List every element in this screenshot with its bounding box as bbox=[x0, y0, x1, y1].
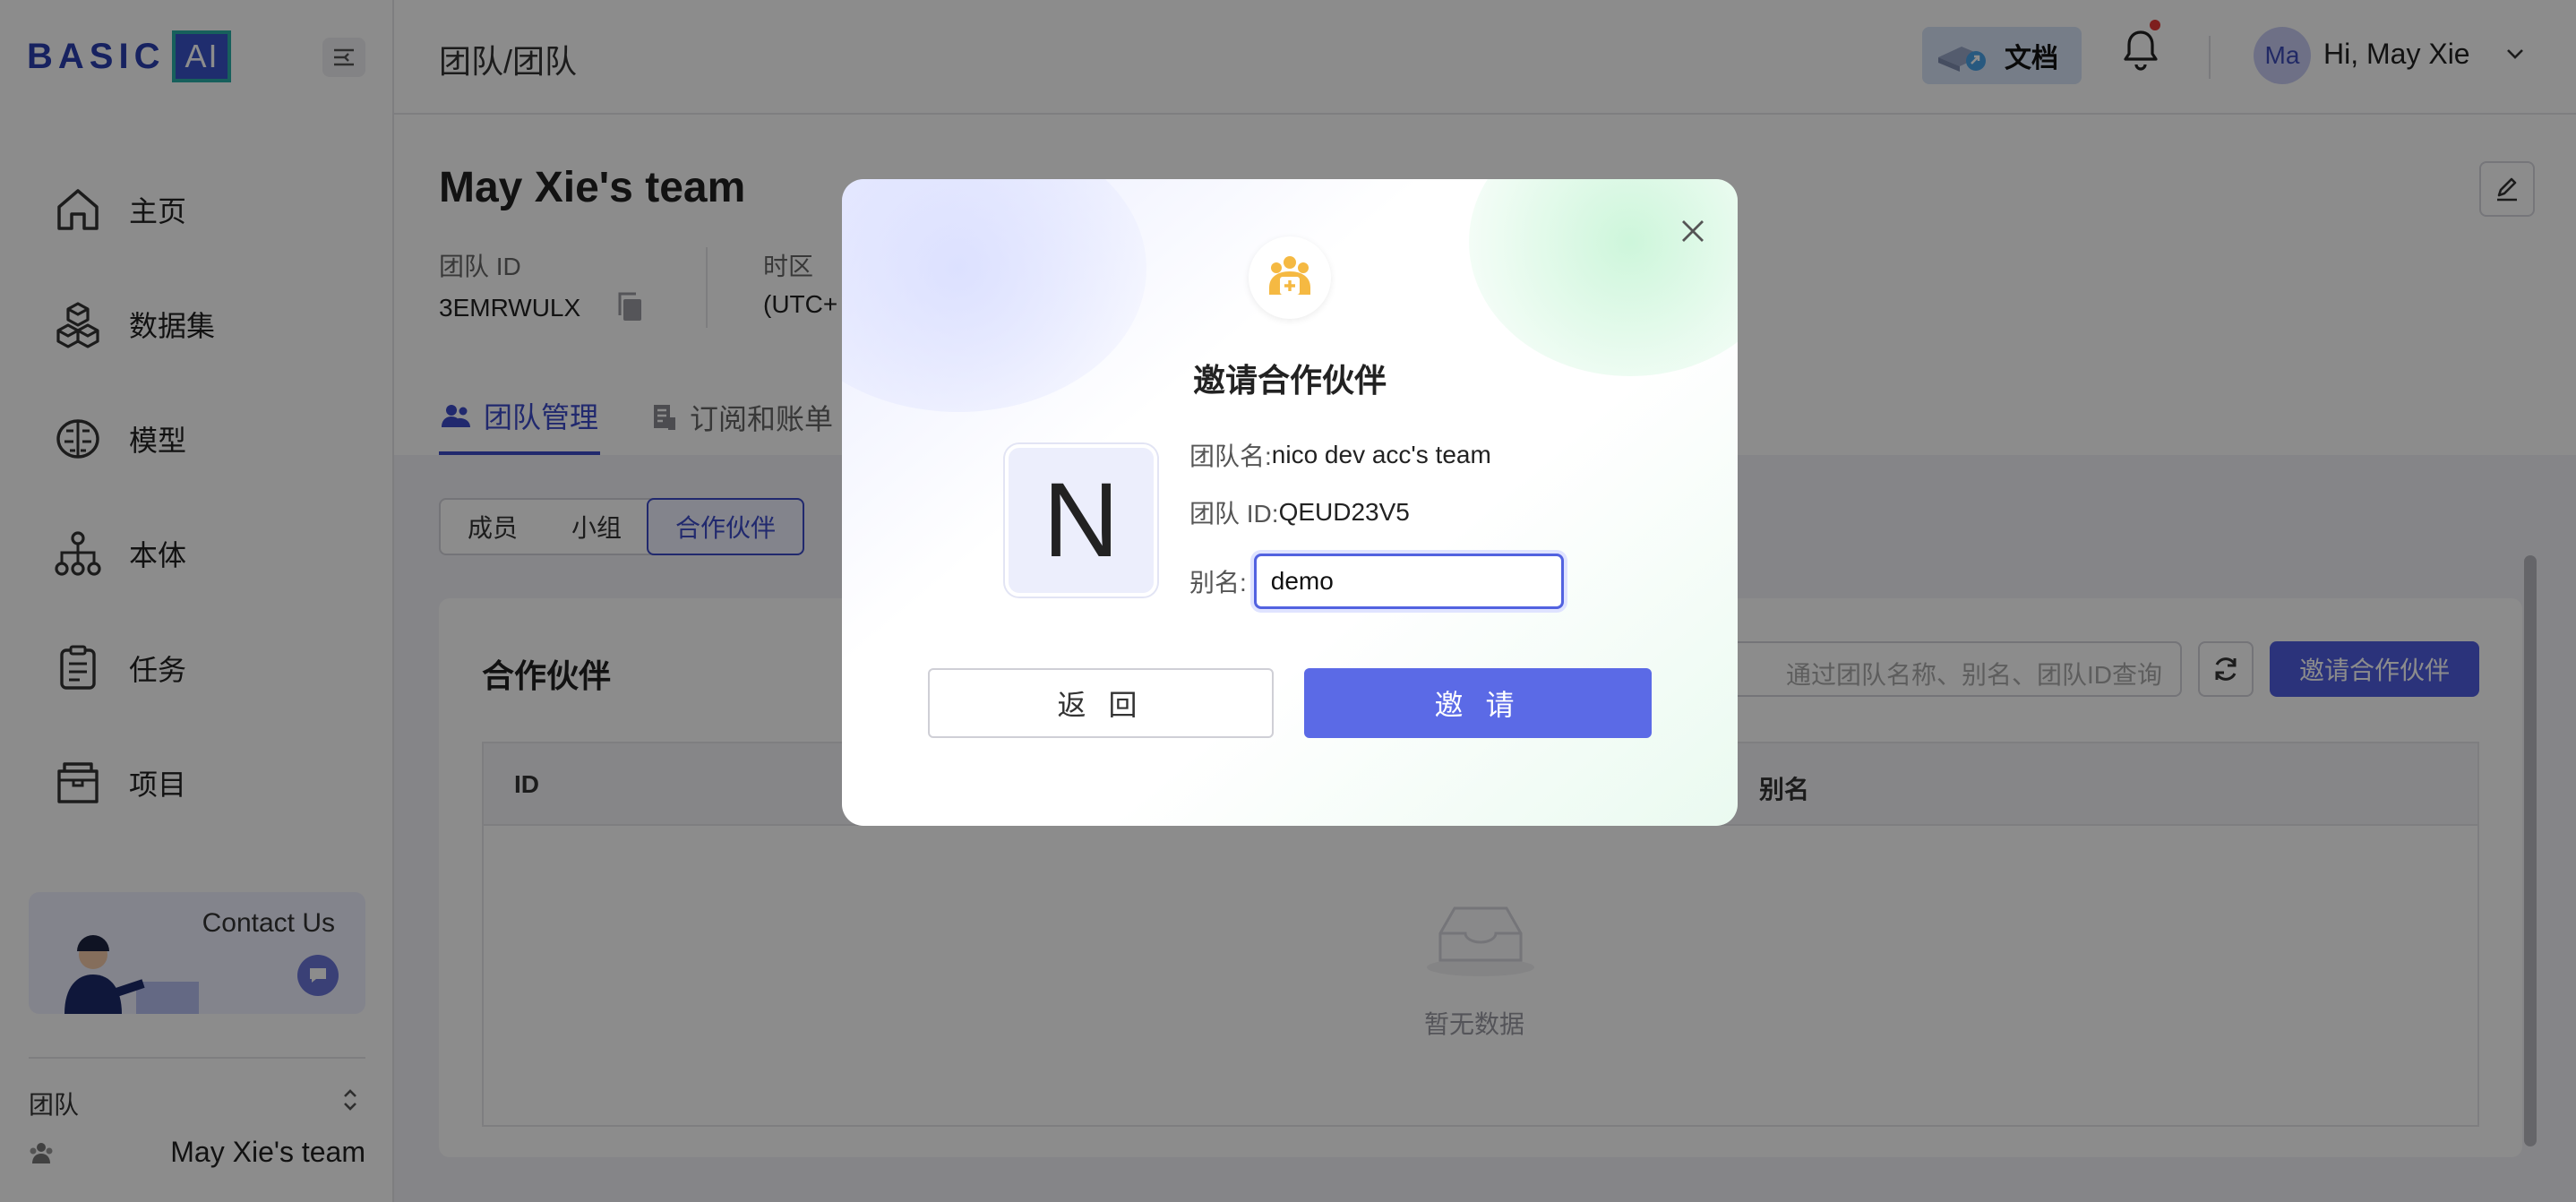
alias-label: 别名: bbox=[1189, 569, 1247, 597]
dialog-title: 邀请合作伙伴 bbox=[1192, 362, 1387, 399]
team-id-value: QEUD23V5 bbox=[1278, 498, 1410, 526]
team-name-value: nico dev acc's team bbox=[1271, 441, 1491, 468]
invite-partner-dialog: 邀请合作伙伴 N 团队名: nico dev acc's team 团队 ID:… bbox=[842, 179, 1738, 826]
partner-badge-icon bbox=[1249, 236, 1331, 319]
alias-row: 别名: demo bbox=[1189, 554, 1564, 609]
team-id-row: 团队 ID: QEUD23V5 bbox=[1189, 494, 1410, 530]
close-icon[interactable] bbox=[1675, 213, 1711, 249]
partner-avatar: N bbox=[1005, 444, 1157, 597]
back-button[interactable]: 返 回 bbox=[928, 668, 1274, 738]
team-id-label: 团队 ID: bbox=[1189, 500, 1279, 528]
invite-button[interactable]: 邀 请 bbox=[1304, 668, 1652, 738]
team-name-label: 团队名: bbox=[1189, 442, 1272, 470]
alias-input[interactable]: demo bbox=[1253, 554, 1564, 609]
team-name-row: 团队名: nico dev acc's team bbox=[1189, 437, 1491, 473]
